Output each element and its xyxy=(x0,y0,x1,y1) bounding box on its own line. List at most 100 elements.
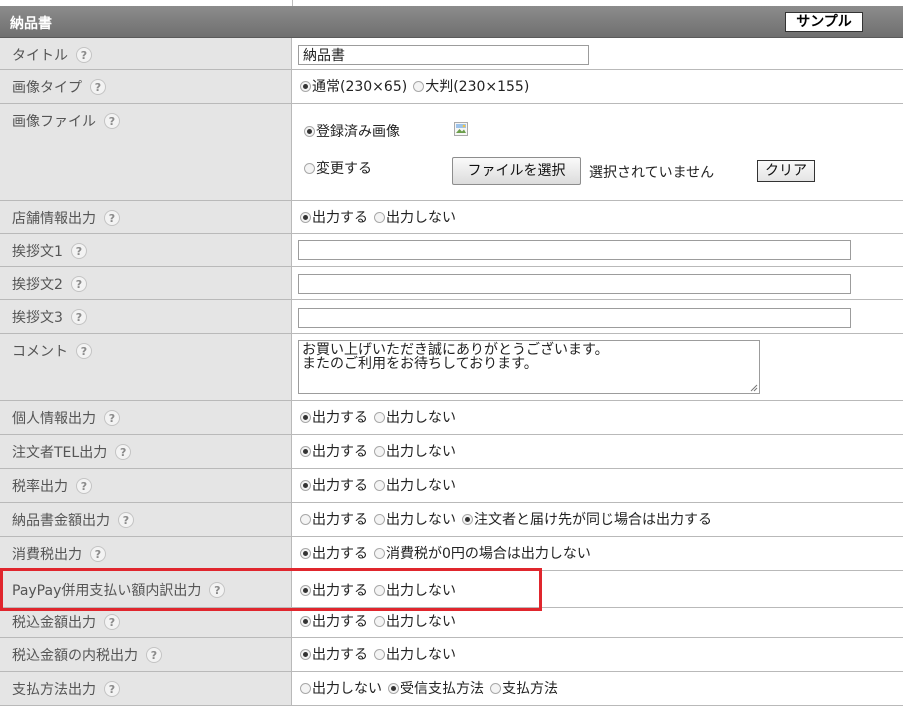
help-icon[interactable]: ? xyxy=(146,647,162,663)
radio-change-image[interactable]: 変更する xyxy=(304,158,372,178)
radio-icon[interactable] xyxy=(374,649,385,660)
radio-icon[interactable] xyxy=(490,683,501,694)
row-label: 画像ファイル xyxy=(12,114,96,130)
radio-icon[interactable] xyxy=(300,683,311,694)
radio-option[interactable]: 出力する xyxy=(300,207,368,227)
radio-option-label: 出力しない xyxy=(386,647,456,663)
radio-option[interactable]: 出力しない xyxy=(374,441,456,461)
radio-icon[interactable] xyxy=(374,585,385,596)
radio-icon[interactable] xyxy=(388,683,399,694)
title-input[interactable] xyxy=(298,45,589,65)
help-icon[interactable]: ? xyxy=(76,478,92,494)
radio-icon[interactable] xyxy=(374,480,385,491)
radio-option[interactable]: 出力する xyxy=(300,475,368,495)
resize-grip-icon[interactable] xyxy=(749,383,758,392)
radio-option[interactable]: 出力しない xyxy=(300,678,382,698)
row-image-type: 画像タイプ? 通常(230×65) 大判(230×155) xyxy=(0,70,903,104)
radio-icon[interactable] xyxy=(300,616,311,627)
help-icon[interactable]: ? xyxy=(90,79,106,95)
radio-option[interactable]: 出力しない xyxy=(374,644,456,664)
radio-icon[interactable] xyxy=(300,446,311,457)
radio-icon[interactable] xyxy=(462,514,473,525)
greeting-2-input[interactable] xyxy=(298,274,851,294)
help-icon[interactable]: ? xyxy=(115,444,132,460)
radio-icon[interactable] xyxy=(300,412,311,423)
radio-group: 出力する 出力しない xyxy=(293,401,903,434)
comment-textarea[interactable]: お買い上げいただき誠にありがとうございます。 またのご利用をお待ちしております。 xyxy=(298,340,760,394)
radio-option[interactable]: 出力する xyxy=(300,644,368,664)
row-label: 納品書金額出力 xyxy=(12,513,110,529)
radio-registered-image[interactable]: 登録済み画像 xyxy=(304,121,400,141)
radio-option[interactable]: 大判(230×155) xyxy=(413,76,529,96)
radio-option[interactable]: 出力する xyxy=(300,611,368,631)
greeting-3-input[interactable] xyxy=(298,308,851,328)
radio-icon[interactable] xyxy=(304,163,315,174)
radio-group: 出力する 消費税が0円の場合は出力しない xyxy=(293,537,903,570)
radio-icon[interactable] xyxy=(300,514,311,525)
greeting-1-input[interactable] xyxy=(298,240,851,260)
radio-icon[interactable] xyxy=(300,81,311,92)
radio-group: 出力する 出力しない xyxy=(293,608,903,637)
radio-option[interactable]: 出力しない xyxy=(374,475,456,495)
radio-option[interactable]: 出力しない xyxy=(374,509,456,529)
radio-icon[interactable] xyxy=(300,649,311,660)
radio-icon[interactable] xyxy=(300,212,311,223)
radio-option[interactable]: 出力する xyxy=(300,509,368,529)
help-icon[interactable]: ? xyxy=(104,113,120,129)
radio-option[interactable]: 消費税が0円の場合は出力しない xyxy=(374,543,591,563)
help-icon[interactable]: ? xyxy=(76,47,92,63)
radio-icon[interactable] xyxy=(374,616,385,627)
radio-option[interactable]: 出力する xyxy=(300,407,368,427)
radio-icon[interactable] xyxy=(300,548,311,559)
radio-group: 出力する 出力しない xyxy=(293,571,903,607)
help-icon[interactable]: ? xyxy=(70,243,87,259)
radio-group: 出力する 出力しない xyxy=(293,435,903,468)
radio-group: 通常(230×65) 大判(230×155) xyxy=(293,70,903,103)
radio-option[interactable]: 通常(230×65) xyxy=(300,76,407,96)
radio-icon[interactable] xyxy=(374,412,385,423)
radio-option-label: 通常(230×65) xyxy=(312,79,408,95)
help-icon[interactable]: ? xyxy=(90,546,106,562)
help-icon[interactable]: ? xyxy=(104,681,120,697)
radio-icon[interactable] xyxy=(374,548,385,559)
radio-option-label: 出力する xyxy=(312,512,368,528)
row-invoice-amount: 納品書金額出力? 出力する 出力しない 注文者と届け先が同じ場合は出力する xyxy=(0,503,903,537)
radio-icon[interactable] xyxy=(300,585,311,596)
radio-icon[interactable] xyxy=(300,480,311,491)
radio-option-label: 支払方法 xyxy=(502,681,558,697)
help-icon[interactable]: ? xyxy=(70,276,87,292)
help-icon[interactable]: ? xyxy=(209,582,226,598)
help-icon[interactable]: ? xyxy=(118,512,134,528)
radio-icon[interactable] xyxy=(374,446,385,457)
radio-option[interactable]: 出力しない xyxy=(374,407,456,427)
radio-option[interactable]: 出力しない xyxy=(374,611,456,631)
help-icon[interactable]: ? xyxy=(104,614,120,630)
radio-option-label: 出力しない xyxy=(386,210,456,226)
radio-option[interactable]: 支払方法 xyxy=(490,678,558,698)
radio-icon[interactable] xyxy=(413,81,425,92)
radio-option[interactable]: 出力しない xyxy=(374,580,456,600)
help-icon[interactable]: ? xyxy=(104,410,120,426)
radio-option[interactable]: 注文者と届け先が同じ場合は出力する xyxy=(462,509,712,529)
radio-option-label: 出力する xyxy=(312,210,368,226)
help-icon[interactable]: ? xyxy=(104,210,120,226)
radio-icon[interactable] xyxy=(374,514,385,525)
radio-group: 出力する 出力しない 注文者と届け先が同じ場合は出力する xyxy=(293,503,903,536)
radio-option[interactable]: 出力する xyxy=(300,580,368,600)
radio-icon[interactable] xyxy=(374,212,385,223)
radio-option[interactable]: 出力する xyxy=(300,441,368,461)
radio-option[interactable]: 出力する xyxy=(300,543,368,563)
radio-group: 出力する 出力しない xyxy=(293,201,903,233)
sample-button[interactable]: サンプル xyxy=(785,12,863,32)
clear-button[interactable]: クリア xyxy=(757,160,815,182)
radio-option[interactable]: 受信支払方法 xyxy=(388,678,484,698)
help-icon[interactable]: ? xyxy=(76,343,92,359)
row-tax-rate: 税率出力? 出力する 出力しない xyxy=(0,469,903,503)
radio-option[interactable]: 出力しない xyxy=(374,207,456,227)
radio-option-label: 出力しない xyxy=(386,410,456,426)
row-payment-method: 支払方法出力? 出力しない 受信支払方法 支払方法 xyxy=(0,672,903,706)
radio-icon[interactable] xyxy=(304,126,315,137)
row-label: 税率出力 xyxy=(12,479,68,495)
help-icon[interactable]: ? xyxy=(70,309,87,325)
choose-file-button[interactable]: ファイルを選択 xyxy=(452,157,581,185)
